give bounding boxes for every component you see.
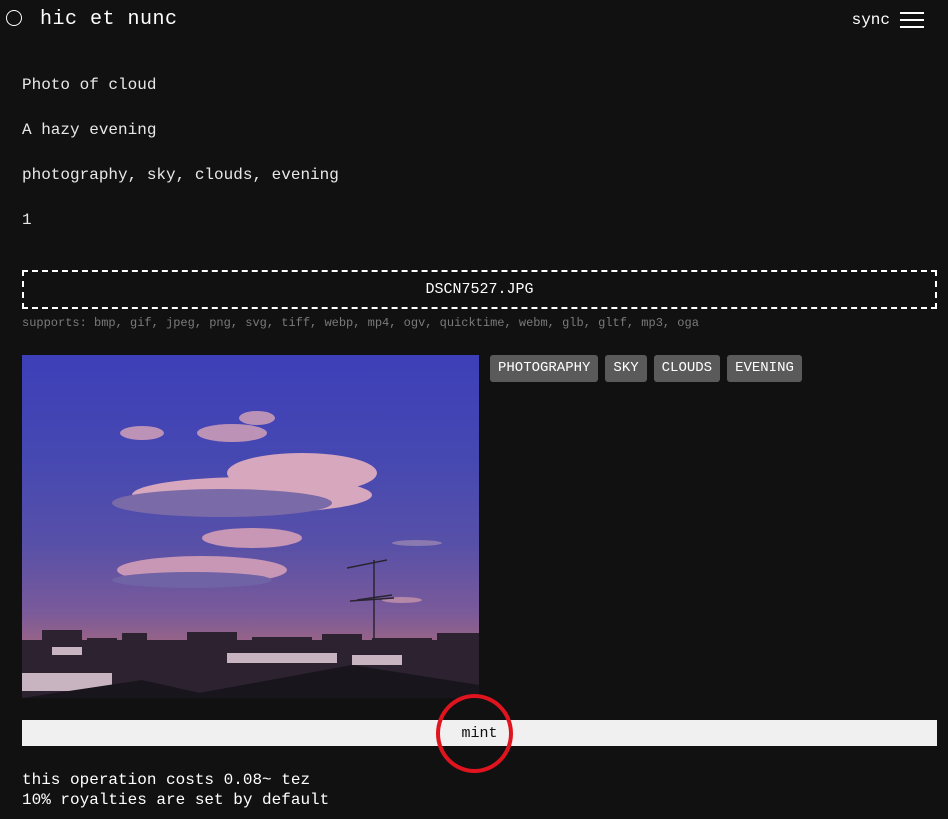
image-preview — [22, 355, 479, 698]
tag-evening[interactable]: EVENING — [727, 355, 802, 382]
upload-file-name: DSCN7527.JPG — [425, 281, 534, 298]
editions-field[interactable]: 1 — [22, 208, 922, 232]
logo-circle-icon[interactable] — [6, 10, 22, 26]
tag-clouds[interactable]: CLOUDS — [653, 355, 721, 382]
top-bar: hic et nunc sync — [0, 0, 948, 42]
site-logo[interactable]: hic et nunc — [40, 8, 178, 31]
mint-label: mint — [461, 724, 498, 742]
mint-button[interactable]: mint — [22, 720, 937, 746]
tag-photography[interactable]: PHOTOGRAPHY — [490, 355, 599, 382]
description-field[interactable]: A hazy evening — [22, 118, 922, 142]
supported-formats-text: supports: bmp, gif, jpeg, png, svg, tiff… — [22, 316, 699, 330]
sync-button[interactable]: sync — [852, 11, 890, 29]
file-upload-dropzone[interactable]: DSCN7527.JPG — [22, 270, 937, 309]
cost-info: this operation costs 0.08~ tez 10% royal… — [22, 770, 329, 810]
tags-field[interactable]: photography, sky, clouds, evening — [22, 163, 922, 187]
tag-list: PHOTOGRAPHY SKY CLOUDS EVENING — [490, 355, 802, 382]
hamburger-menu-icon[interactable] — [900, 11, 924, 29]
tag-sky[interactable]: SKY — [605, 355, 647, 382]
title-field[interactable]: Photo of cloud — [22, 73, 922, 97]
cost-line: this operation costs 0.08~ tez — [22, 771, 311, 789]
royalties-line: 10% royalties are set by default — [22, 791, 330, 809]
